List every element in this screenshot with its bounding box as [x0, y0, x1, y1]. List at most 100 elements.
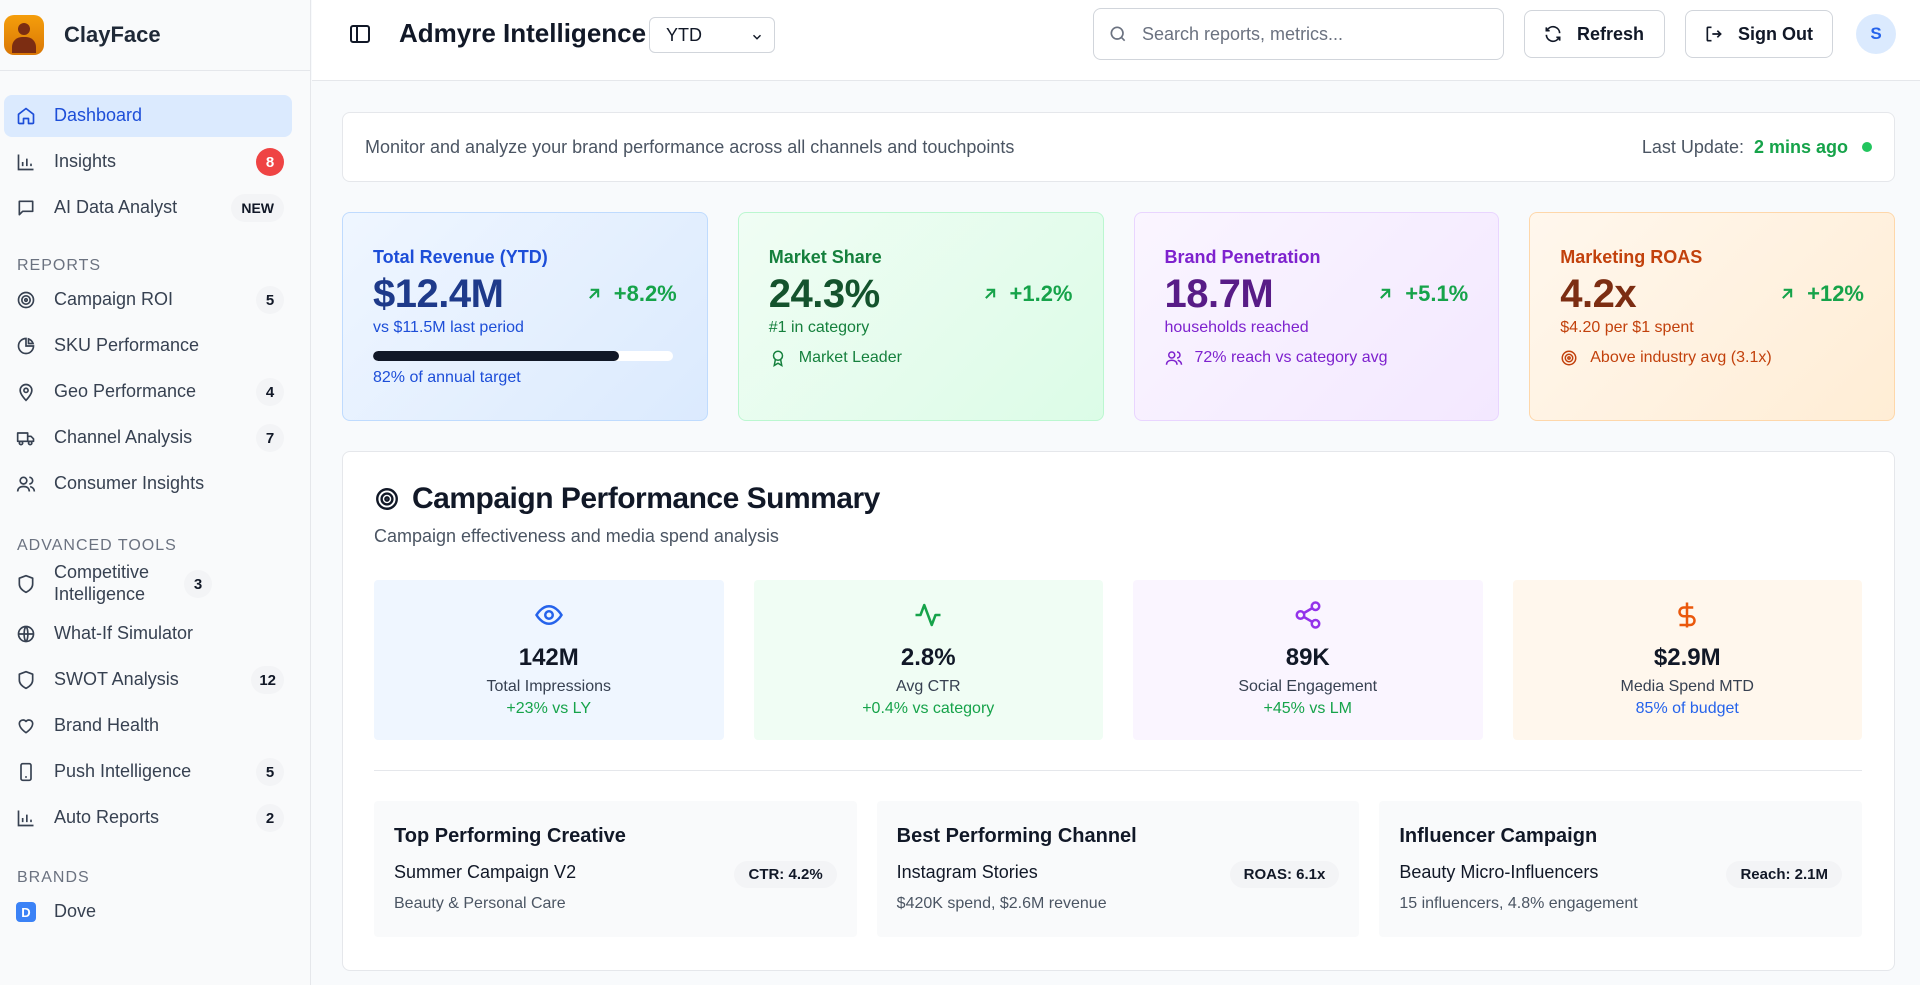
- kpi-subtext: households reached: [1164, 319, 1309, 336]
- metric-delta: +23% vs LY: [506, 700, 592, 717]
- brand-name: ClayFace: [64, 22, 161, 47]
- kpi-label: Brand Penetration: [1164, 247, 1321, 267]
- metric-label: Avg CTR: [895, 678, 961, 695]
- search-input[interactable]: [1142, 23, 1482, 45]
- refresh-button[interactable]: Refresh: [1524, 10, 1665, 58]
- highlight-metric-pill: ROAS: 6.1x: [1229, 861, 1340, 888]
- kpi-change: +5.1%: [1375, 281, 1468, 307]
- message-square-icon: [14, 196, 38, 220]
- new-badge: NEW: [231, 194, 284, 222]
- refresh-icon: [1543, 24, 1563, 44]
- target-icon: [1560, 349, 1578, 367]
- kpi-change: +1.2%: [980, 281, 1073, 307]
- count-badge: 4: [256, 378, 284, 406]
- reports-heading: REPORTS: [17, 257, 102, 274]
- brand-logo: [4, 15, 44, 55]
- metric-delta: +0.4% vs category: [862, 700, 995, 717]
- eye-icon: [534, 600, 564, 630]
- highlight-detail: 15 influencers, 4.8% engagement: [1399, 895, 1638, 912]
- users-icon: [1165, 349, 1183, 367]
- sidebar-item-label: What-If Simulator: [54, 623, 194, 644]
- brand-header[interactable]: ClayFace: [0, 0, 310, 71]
- sidebar-item-what-if-simulator[interactable]: What-If Simulator: [4, 613, 292, 655]
- sidebar-item-dashboard[interactable]: Dashboard: [4, 95, 292, 137]
- kpi-footnote-row: Market Leader: [769, 349, 1073, 367]
- kpi-label: Marketing ROAS: [1560, 247, 1703, 267]
- share-icon: [1293, 600, 1323, 630]
- sidebar-item-push-intelligence[interactable]: Push Intelligence 5: [4, 751, 292, 793]
- bar-chart-icon: [14, 150, 38, 174]
- sidebar-item-ai-data-analyst[interactable]: AI Data Analyst NEW: [4, 187, 292, 229]
- sign-out-button[interactable]: Sign Out: [1685, 10, 1833, 58]
- sidebar-toggle-icon[interactable]: [348, 22, 372, 46]
- sidebar-item-campaign-roi[interactable]: Campaign ROI 5: [4, 279, 292, 321]
- kpi-change-value: +8.2%: [613, 281, 677, 306]
- sidebar-item-label: SWOT Analysis: [54, 669, 179, 690]
- highlight-title: Influencer Campaign: [1399, 825, 1598, 847]
- highlight-influencer-campaign[interactable]: Influencer Campaign Beauty Micro-Influen…: [1379, 801, 1863, 937]
- sidebar-item-label: AI Data Analyst: [54, 197, 178, 218]
- chevron-down-icon: [750, 28, 764, 49]
- kpi-footnote: Above industry avg (3.1x): [1590, 349, 1772, 366]
- count-badge: 5: [256, 286, 284, 314]
- home-icon: [14, 104, 38, 128]
- sidebar-item-insights[interactable]: Insights 8: [4, 141, 292, 183]
- sidebar-item-label: Campaign ROI: [54, 289, 174, 310]
- count-badge: 3: [184, 570, 212, 598]
- last-update-label: Last Update:: [1641, 136, 1744, 157]
- smartphone-icon: [14, 760, 38, 784]
- metric-label: Total Impressions: [486, 678, 612, 695]
- sidebar-item-label: Channel Analysis: [54, 427, 193, 448]
- sidebar-item-consumer-insights[interactable]: Consumer Insights: [4, 463, 292, 505]
- kpi-card-brand-penetration[interactable]: Brand Penetration 18.7M households reach…: [1133, 212, 1500, 421]
- shield-icon: [14, 668, 38, 692]
- revenue-progress-bar: [373, 351, 673, 361]
- log-out-icon: [1704, 24, 1724, 44]
- metric-value: 89K: [1285, 644, 1330, 671]
- sidebar-item-label: Dove: [54, 901, 97, 922]
- target-icon: [14, 288, 38, 312]
- activity-icon: [913, 600, 943, 630]
- sidebar-item-geo-performance[interactable]: Geo Performance 4: [4, 371, 292, 413]
- search-box[interactable]: [1093, 8, 1504, 60]
- kpi-label: Total Revenue (YTD): [373, 247, 548, 267]
- campaign-title: Campaign Performance Summary: [374, 482, 880, 516]
- live-status-dot: [1862, 142, 1872, 152]
- period-select[interactable]: YTD: [649, 17, 775, 53]
- highlight-detail: Beauty & Personal Care: [394, 895, 566, 912]
- highlight-top-creative[interactable]: Top Performing Creative Summer Campaign …: [374, 801, 857, 937]
- target-icon: [374, 486, 400, 512]
- sidebar-item-sku-performance[interactable]: SKU Performance: [4, 325, 292, 367]
- kpi-footnote-row: 72% reach vs category avg: [1165, 349, 1469, 367]
- last-update-value: 2 mins ago: [1753, 136, 1848, 157]
- sidebar-item-swot-analysis[interactable]: SWOT Analysis 12: [4, 659, 292, 701]
- count-badge: 12: [251, 666, 284, 694]
- kpi-change: +8.2%: [584, 281, 677, 307]
- highlight-metric-pill: Reach: 2.1M: [1726, 861, 1843, 888]
- sidebar-item-label: Geo Performance: [54, 381, 197, 402]
- highlight-best-channel[interactable]: Best Performing Channel Instagram Storie…: [876, 801, 1360, 937]
- sidebar-item-auto-reports[interactable]: Auto Reports 2: [4, 797, 292, 839]
- advanced-tools-heading: ADVANCED TOOLS: [17, 537, 177, 554]
- dollar-icon: [1672, 600, 1702, 630]
- user-avatar[interactable]: S: [1856, 14, 1896, 54]
- kpi-card-marketing-roas[interactable]: Marketing ROAS 4.2x $4.20 per $1 spent +…: [1529, 212, 1895, 421]
- sidebar-item-competitive-intelligence[interactable]: Competitive Intelligence 3: [4, 559, 292, 609]
- truck-icon: [14, 426, 38, 450]
- metric-delta: 85% of budget: [1635, 700, 1739, 717]
- sidebar-item-brand-health[interactable]: Brand Health: [4, 705, 292, 747]
- brand-initial-icon: D: [16, 902, 36, 922]
- kpi-footnote: 72% reach vs category avg: [1194, 349, 1388, 366]
- metric-label: Social Engagement: [1238, 678, 1378, 695]
- overview-bar: Monitor and analyze your brand performan…: [342, 112, 1895, 182]
- sidebar-item-channel-analysis[interactable]: Channel Analysis 7: [4, 417, 292, 459]
- kpi-card-revenue[interactable]: Total Revenue (YTD) $12.4M vs $11.5M las…: [342, 212, 708, 421]
- sidebar-item-label: Auto Reports: [54, 807, 160, 828]
- arrow-up-right-icon: [588, 288, 599, 299]
- kpi-card-market-share[interactable]: Market Share 24.3% #1 in category +1.2% …: [737, 212, 1104, 421]
- section-divider: [374, 770, 1862, 771]
- kpi-cards: Total Revenue (YTD) $12.4M vs $11.5M las…: [342, 212, 1895, 421]
- bar-chart-icon: [14, 806, 38, 830]
- overview-text: Monitor and analyze your brand performan…: [365, 136, 1015, 157]
- sidebar-item-brand-dove[interactable]: D Dove: [4, 891, 292, 933]
